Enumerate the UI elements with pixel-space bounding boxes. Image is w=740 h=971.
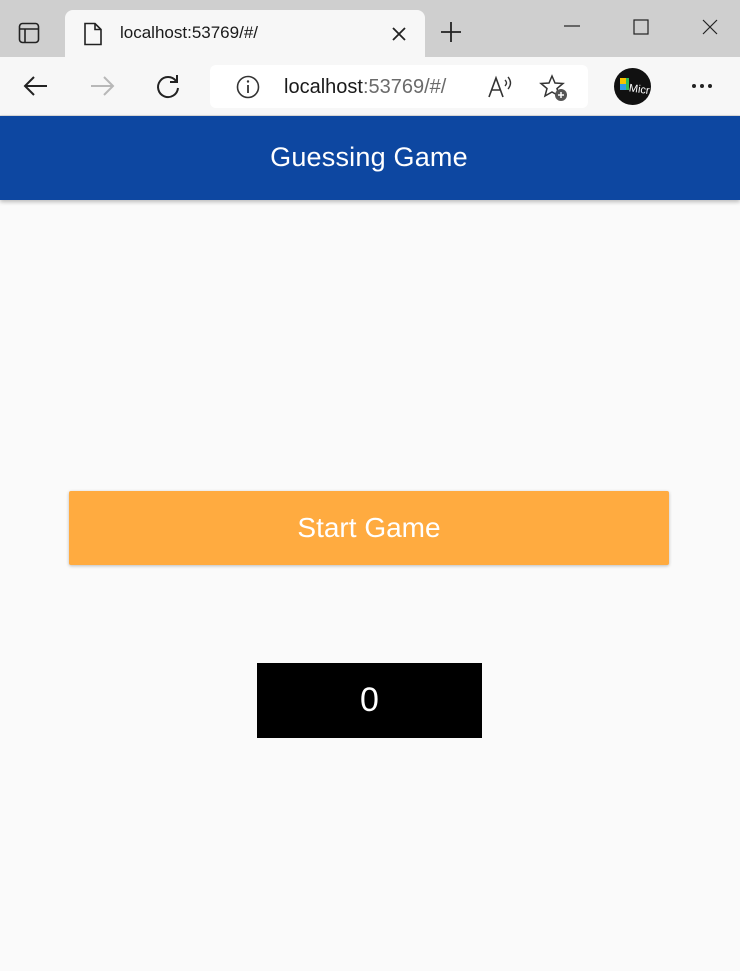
minimize-icon[interactable] [562, 18, 582, 38]
add-favorite-icon[interactable] [539, 73, 569, 103]
address-url[interactable]: localhost:53769/#/ [284, 76, 446, 99]
close-icon[interactable] [390, 25, 408, 43]
guess-counter: 0 [257, 663, 482, 738]
profile-avatar[interactable]: Micr [614, 68, 651, 105]
reload-icon[interactable] [154, 72, 182, 100]
address-bar[interactable]: localhost:53769/#/ [210, 65, 588, 108]
app-bar: Guessing Game [0, 116, 740, 200]
back-arrow-icon[interactable] [22, 72, 50, 100]
browser-toolbar: localhost:53769/#/ Micr [0, 57, 740, 116]
plus-icon[interactable] [439, 20, 463, 44]
page-icon [83, 22, 103, 46]
browser-tab-bar: localhost:53769/#/ [0, 0, 740, 57]
tab-actions-icon[interactable] [18, 22, 40, 44]
address-host: localhost [284, 76, 363, 98]
info-icon[interactable] [236, 75, 260, 99]
window-close-icon[interactable] [700, 17, 720, 37]
maximize-icon[interactable] [631, 17, 651, 37]
tab-title: localhost:53769/#/ [120, 23, 258, 42]
read-aloud-icon[interactable] [486, 73, 514, 101]
active-tab[interactable]: localhost:53769/#/ [65, 10, 425, 57]
page-title: Guessing Game [270, 142, 468, 172]
start-game-button[interactable]: Start Game [69, 491, 669, 565]
address-path: :53769/#/ [362, 76, 447, 98]
forward-arrow-icon[interactable] [88, 72, 116, 100]
more-dots-icon[interactable] [690, 74, 714, 98]
svg-text:Micr: Micr [628, 82, 651, 97]
